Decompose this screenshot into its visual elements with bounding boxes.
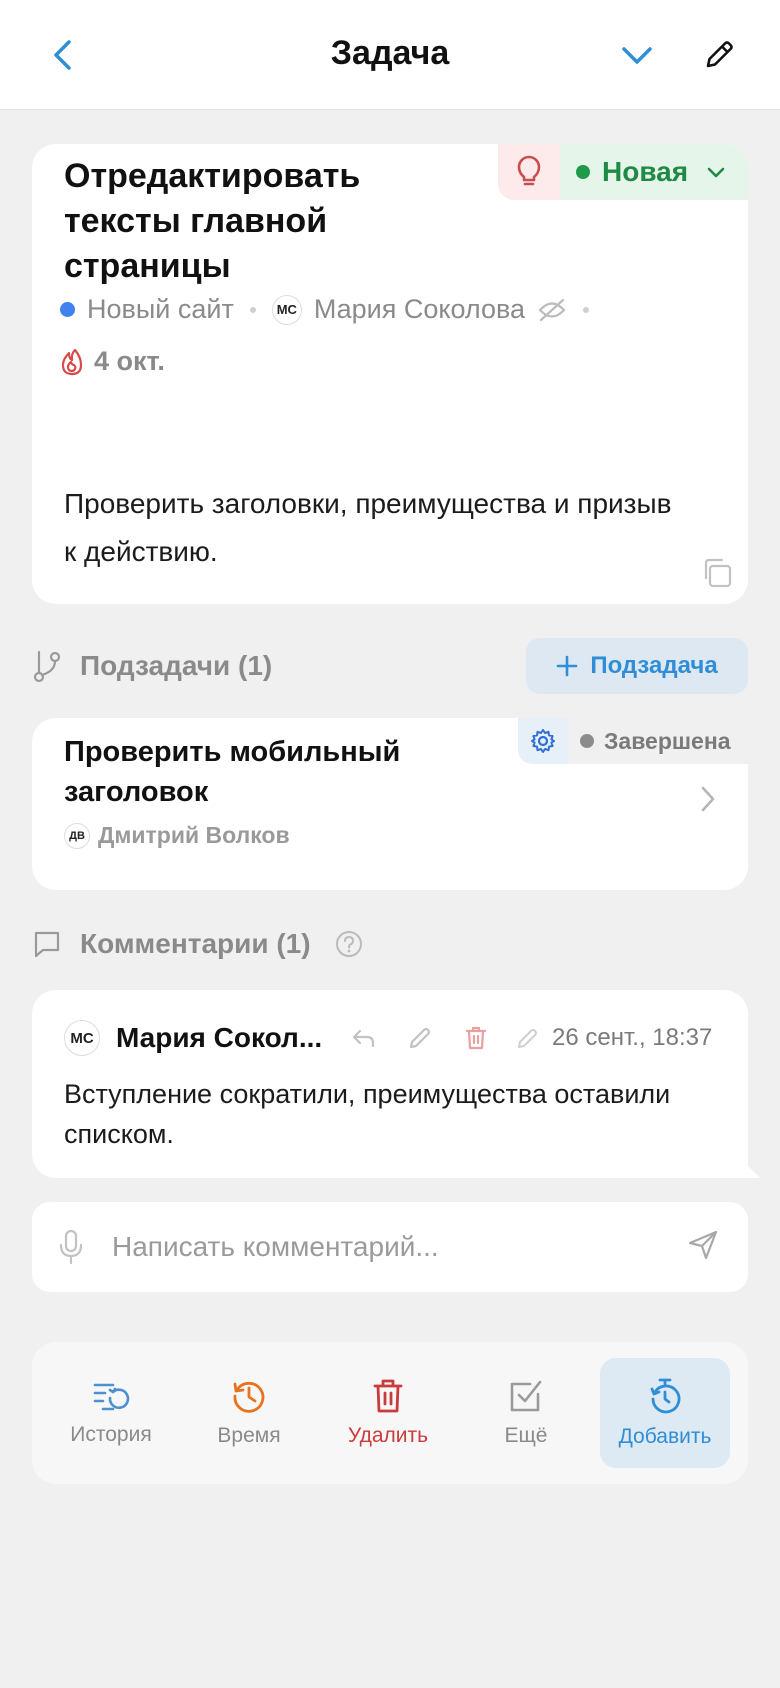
- top-bar: Задача: [0, 0, 780, 110]
- action-toolbar: История Время Удалить Ещё Добавить: [32, 1342, 748, 1484]
- project-color-dot: [60, 302, 75, 317]
- pencil-icon: [409, 1027, 431, 1049]
- lightbulb-icon: [517, 155, 541, 186]
- page-title: Задача: [330, 34, 450, 72]
- delete-comment-button[interactable]: [458, 1020, 494, 1056]
- fire-icon: [61, 348, 83, 375]
- due-date-row: 4 окт.: [60, 346, 165, 377]
- comment-date: 26 сент., 18:37: [552, 1024, 713, 1051]
- status-dropdown[interactable]: Новая: [560, 144, 748, 200]
- subtask-assignee-name: Дмитрий Волков: [98, 822, 290, 848]
- avatar: ДВ: [64, 822, 90, 849]
- due-date[interactable]: 4 окт.: [94, 346, 165, 377]
- collapse-button[interactable]: [612, 30, 662, 80]
- delete-label: Удалить: [347, 1424, 429, 1447]
- time-button[interactable]: Время: [184, 1358, 314, 1468]
- timer-add-icon: [650, 1378, 681, 1414]
- project-link[interactable]: Новый сайт: [87, 294, 234, 325]
- task-description: Проверить заголовки, преимущества и приз…: [64, 488, 672, 567]
- comments-title: Комментарии (1): [80, 928, 311, 959]
- task-meta-row: Новый сайт МС Мария Соколова: [60, 294, 605, 325]
- history-label: История: [70, 1423, 152, 1446]
- checkbox-icon: [510, 1380, 542, 1412]
- history-button[interactable]: История: [46, 1358, 176, 1468]
- eye-off-icon[interactable]: [537, 297, 567, 323]
- assignee-name[interactable]: Мария Соколова: [314, 294, 525, 325]
- subtask-assignee: ДВ Дмитрий Волков: [64, 822, 290, 849]
- comments-header: Комментарии (1): [32, 916, 363, 972]
- microphone-icon[interactable]: [58, 1228, 84, 1266]
- comment-icon: [34, 931, 60, 958]
- copy-icon[interactable]: [700, 556, 734, 590]
- subtask-status[interactable]: Завершена: [568, 718, 748, 764]
- subtask-status-group: Завершена: [518, 718, 748, 764]
- avatar: МС: [271, 294, 302, 325]
- clock-history-icon: [233, 1381, 265, 1413]
- more-button[interactable]: Ещё: [461, 1358, 591, 1468]
- task-status-group: Новая: [498, 144, 748, 200]
- subtask-settings-button[interactable]: [518, 718, 568, 764]
- task-title: Отредактировать тексты главной страницы: [64, 157, 361, 285]
- send-icon[interactable]: [686, 1228, 720, 1262]
- meta-separator: [249, 306, 256, 313]
- help-icon[interactable]: [335, 930, 363, 958]
- comment-text: Вступление сократили, преимущества остав…: [64, 1079, 671, 1149]
- idea-button[interactable]: [498, 144, 560, 200]
- edit-button[interactable]: [694, 30, 744, 80]
- status-dot: [576, 165, 590, 179]
- add-time-button[interactable]: Добавить: [600, 1358, 730, 1468]
- chevron-down-icon: [707, 167, 725, 178]
- trash-icon: [465, 1026, 487, 1050]
- trash-icon: [373, 1379, 403, 1413]
- reply-icon: [352, 1029, 375, 1048]
- comment-input-bar: [32, 1202, 748, 1292]
- subtask-title: Проверить мобильный заголовок: [64, 736, 401, 808]
- add-subtask-label: Подзадача: [590, 652, 718, 679]
- pencil-icon: [706, 41, 733, 68]
- edited-pencil-icon: [518, 1029, 537, 1048]
- branch-icon: [33, 650, 61, 683]
- add-time-label: Добавить: [618, 1425, 712, 1448]
- meta-separator: [583, 306, 590, 313]
- gear-icon: [531, 729, 555, 753]
- avatar: МС: [64, 1020, 100, 1056]
- time-label: Время: [217, 1424, 281, 1447]
- more-label: Ещё: [504, 1424, 548, 1447]
- comment-author[interactable]: Мария Сокол...: [116, 1022, 334, 1054]
- history-icon: [93, 1383, 130, 1411]
- subtasks-title: Подзадачи (1): [80, 650, 273, 681]
- subtask-item[interactable]: Проверить мобильный заголовок Завершена …: [32, 718, 748, 890]
- status-label: Новая: [602, 156, 689, 187]
- plus-icon: [557, 655, 578, 677]
- status-dot: [580, 734, 594, 748]
- chevron-down-icon: [622, 47, 652, 64]
- comment-input[interactable]: [112, 1222, 672, 1272]
- edit-comment-button[interactable]: [402, 1020, 438, 1056]
- subtasks-header: Подзадачи (1): [32, 638, 272, 694]
- chevron-right-icon: [701, 786, 715, 812]
- comment-item: МС Мария Сокол... 26 сент., 18:37 Вступл…: [32, 990, 748, 1178]
- delete-button[interactable]: Удалить: [323, 1358, 453, 1468]
- reply-button[interactable]: [346, 1020, 382, 1056]
- add-subtask-button[interactable]: Подзадача: [526, 638, 748, 694]
- subtask-status-label: Завершена: [604, 727, 731, 754]
- task-card: Отредактировать тексты главной страницы …: [32, 144, 748, 604]
